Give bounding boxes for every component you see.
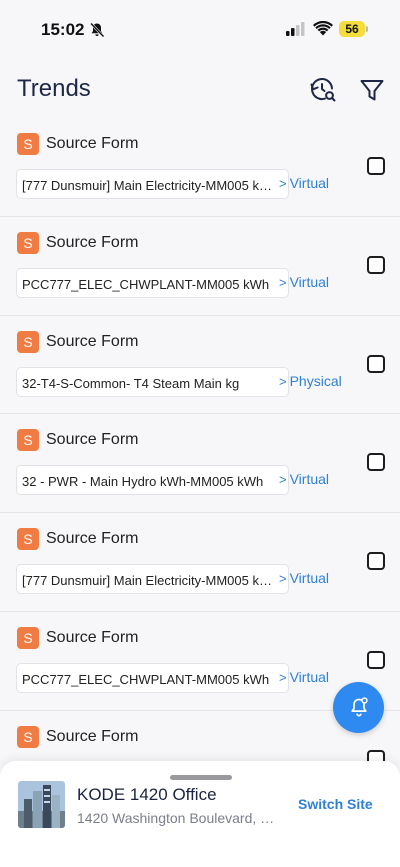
list-item-title: Source Form <box>46 431 139 449</box>
list-item-title: Source Form <box>46 233 139 251</box>
status-bar: 15:02 56 <box>0 0 400 60</box>
tag-type-link[interactable]: > Physical <box>279 373 342 389</box>
tag-chip[interactable]: [777 Dunsmuir] Main Electricity-MM005 kW… <box>16 169 289 199</box>
list-item[interactable]: S Source Form PCC777_ELEC_CHWPLANT-MM005… <box>0 217 400 316</box>
tag-type-link[interactable]: > Virtual <box>279 669 329 685</box>
chevron-right-icon: > <box>279 669 287 685</box>
tag-type-link[interactable]: > Virtual <box>279 471 329 487</box>
list-item[interactable]: S Source Form [777 Dunsmuir] Main Electr… <box>0 118 400 217</box>
site-thumbnail <box>18 781 65 828</box>
chevron-right-icon: > <box>279 571 287 587</box>
tag-name: PCC777_ELEC_CHWPLANT-MM005 kWh <box>22 671 270 687</box>
tag-chip[interactable]: PCC777_ELEC_CHWPLANT-MM005 kWh <box>16 267 289 298</box>
select-checkbox[interactable] <box>367 255 385 274</box>
list-item-title: Source Form <box>46 135 139 152</box>
history-search-icon <box>308 78 338 109</box>
tag-type-label: Virtual <box>289 273 330 290</box>
wifi-icon <box>313 20 333 41</box>
sheet-grabber[interactable] <box>170 775 232 780</box>
chevron-right-icon: > <box>279 472 287 488</box>
tag-type-link[interactable]: > Virtual <box>279 175 329 191</box>
tag-type-label: Virtual <box>289 175 330 191</box>
tag-name: 32 - PWR - Main Hydro kWh-MM005 kWh <box>22 474 264 490</box>
list-item-title: Source Form <box>46 530 139 548</box>
chevron-right-icon: > <box>279 274 287 290</box>
source-badge: S <box>17 429 39 452</box>
list-item[interactable]: S Source Form 32-T4-S-Common- T4 Steam M… <box>0 316 400 415</box>
list-item[interactable]: S Source Form 32 - PWR - Main Hydro kWh-… <box>0 414 400 514</box>
tag-name: PCC777_ELEC_CHWPLANT-MM005 kWh <box>22 276 270 292</box>
bell-slash-icon <box>89 22 105 43</box>
tag-chip[interactable]: PCC777_ELEC_CHWPLANT-MM005 kWh <box>16 662 289 693</box>
tag-type-label: Physical <box>289 372 342 389</box>
chevron-right-icon: > <box>279 373 287 389</box>
battery-tip <box>366 26 368 32</box>
source-badge: S <box>17 231 39 254</box>
tag-type-label: Virtual <box>289 471 330 488</box>
source-badge: S <box>17 133 39 155</box>
site-address: 1420 Washington Boulevard, Detroit <box>77 810 277 826</box>
switch-site-button[interactable]: Switch Site <box>298 796 373 812</box>
select-checkbox[interactable] <box>367 453 385 472</box>
tag-name: [777 Dunsmuir] Main Electricity-MM005 kW… <box>22 178 277 193</box>
select-checkbox[interactable] <box>367 354 385 373</box>
tag-chip[interactable]: 32 - PWR - Main Hydro kWh-MM005 kWh <box>16 465 289 496</box>
tag-type-link[interactable]: > Virtual <box>279 570 329 586</box>
tag-type-link[interactable]: > Virtual <box>279 274 329 290</box>
battery-icon: 56 <box>339 21 365 37</box>
tag-chip[interactable]: [777 Dunsmuir] Main Electricity-MM005 kW… <box>16 564 289 595</box>
source-badge: S <box>17 330 39 353</box>
tag-name: [777 Dunsmuir] Main Electricity-MM005 kW… <box>22 573 277 589</box>
tag-type-label: Virtual <box>289 668 330 685</box>
select-checkbox[interactable] <box>367 650 385 669</box>
select-checkbox[interactable] <box>367 157 385 175</box>
select-checkbox[interactable] <box>367 552 385 571</box>
chevron-right-icon: > <box>279 176 287 191</box>
filter-button[interactable] <box>357 75 387 105</box>
tag-type-label: Virtual <box>289 570 330 587</box>
status-time: 15:02 <box>41 20 85 39</box>
notification-fab[interactable] <box>333 682 384 733</box>
cellular-signal-icon <box>286 22 306 41</box>
filter-icon <box>357 80 387 109</box>
site-name: KODE 1420 Office <box>77 785 217 804</box>
list-item-title: Source Form <box>46 727 139 745</box>
list-item-title: Source Form <box>46 332 139 350</box>
source-badge: S <box>17 626 39 649</box>
source-badge: S <box>17 528 39 551</box>
list-item[interactable]: S Source Form [777 Dunsmuir] Main Electr… <box>0 513 400 612</box>
history-search-button[interactable] <box>308 75 338 105</box>
tag-name: 32-T4-S-Common- T4 Steam Main kg <box>22 375 240 391</box>
source-badge: S <box>17 725 39 748</box>
list-item-title: Source Form <box>46 628 139 646</box>
tag-chip[interactable]: 32-T4-S-Common- T4 Steam Main kg <box>16 366 289 397</box>
page-title: Trends <box>17 75 91 102</box>
site-sheet: KODE 1420 Office 1420 Washington Bouleva… <box>0 761 400 867</box>
